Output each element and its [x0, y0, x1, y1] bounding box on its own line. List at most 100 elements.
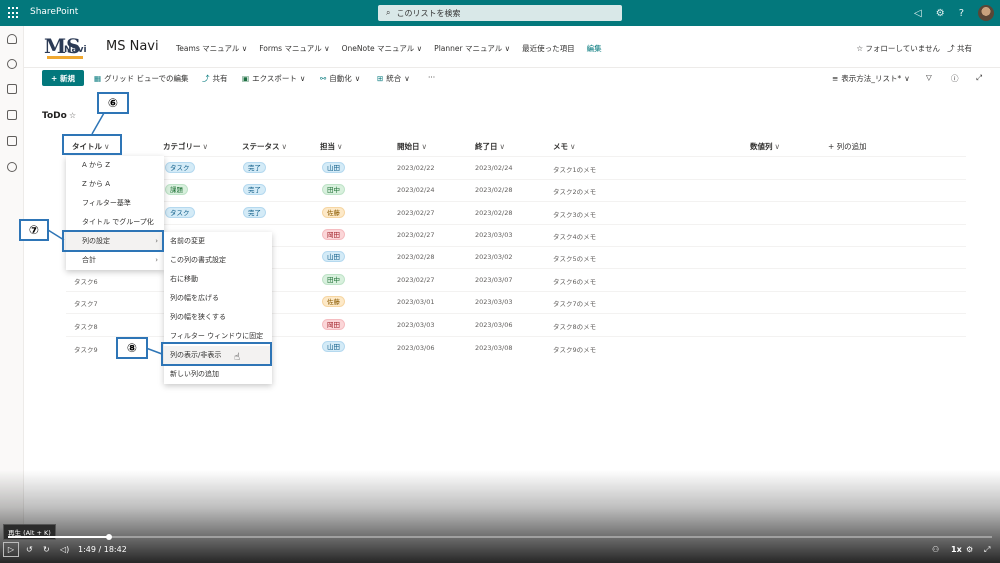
- memo-cell: タスク2のメモ: [553, 188, 597, 196]
- rewind-10-icon[interactable]: ↺: [26, 545, 33, 554]
- expand-icon[interactable]: ⤢: [976, 73, 982, 83]
- share-button[interactable]: ⤴ 共有: [202, 73, 228, 84]
- chevron-down-icon: ∨: [421, 142, 428, 151]
- export-button[interactable]: ▣ エクスポート ∨: [242, 73, 305, 84]
- column-header-memo[interactable]: メモ ∨: [553, 141, 576, 152]
- nav-item-forms[interactable]: Forms マニュアル ∨: [259, 43, 329, 54]
- chevron-down-icon: ∨: [202, 142, 209, 151]
- start-date-cell: 2023/02/27: [397, 231, 435, 239]
- chevron-down-icon: ∨: [904, 74, 910, 83]
- nav-item-onenote[interactable]: OneNote マニュアル ∨: [342, 43, 423, 54]
- column-header-status[interactable]: ステータス ∨: [242, 141, 287, 152]
- captions-icon[interactable]: ⚇: [932, 545, 939, 554]
- grid-edit-button[interactable]: ▦ グリッド ビューでの編集: [94, 73, 189, 84]
- end-date-cell: 2023/03/08: [475, 344, 513, 352]
- new-button[interactable]: + 新規: [42, 70, 84, 86]
- search-icon: ⌕: [386, 8, 391, 17]
- nav-item-planner[interactable]: Planner マニュアル ∨: [434, 43, 510, 54]
- app-launcher-icon[interactable]: [8, 7, 20, 19]
- filter-icon[interactable]: ▽: [926, 73, 932, 82]
- info-icon[interactable]: ⓘ: [951, 73, 959, 84]
- follow-button[interactable]: ☆ フォローしていません: [856, 43, 940, 54]
- left-rail: [0, 26, 24, 526]
- volume-icon[interactable]: ◁): [60, 545, 69, 554]
- site-name[interactable]: MS Navi: [106, 39, 159, 54]
- seek-bar[interactable]: [8, 534, 992, 540]
- more-button[interactable]: ···: [428, 73, 435, 82]
- menu-item-sort-a-z[interactable]: A から Z: [66, 156, 164, 175]
- menu-item-sort-z-a[interactable]: Z から A: [66, 175, 164, 194]
- title-cell[interactable]: タスク9: [74, 344, 98, 354]
- automate-button[interactable]: ⚯ 自動化 ∨: [320, 73, 360, 84]
- column-header-category[interactable]: カテゴリー ∨: [163, 141, 208, 152]
- memo-cell: タスク3のメモ: [553, 211, 597, 219]
- fullscreen-icon[interactable]: ⤢: [984, 545, 990, 555]
- nav-edit-link[interactable]: 編集: [587, 43, 602, 54]
- search-box[interactable]: ⌕ このリストを検索: [378, 5, 622, 21]
- submenu-item-move-right[interactable]: 右に移動: [164, 270, 272, 289]
- add-column-button[interactable]: + 列の追加: [828, 141, 867, 152]
- start-date-cell: 2023/02/24: [397, 186, 435, 194]
- add-circle-icon[interactable]: [7, 162, 17, 172]
- start-date-cell: 2023/02/22: [397, 164, 435, 172]
- list-icon[interactable]: [7, 136, 17, 146]
- nav-item-teams[interactable]: Teams マニュアル ∨: [176, 43, 247, 54]
- assignee-pill: 佐藤: [322, 207, 345, 218]
- memo-cell: タスク6のメモ: [553, 278, 597, 286]
- automate-label: 自動化: [329, 74, 352, 83]
- site-logo[interactable]: MS Navi: [44, 34, 88, 62]
- integrate-button[interactable]: ⊞ 統合 ∨: [377, 73, 410, 84]
- megaphone-icon[interactable]: ◁: [914, 8, 922, 19]
- forward-10-icon[interactable]: ↻: [43, 545, 50, 554]
- app-name[interactable]: SharePoint: [30, 7, 78, 17]
- grid-icon: ▦: [94, 74, 102, 83]
- start-date-cell: 2023/03/03: [397, 321, 435, 329]
- title-cell[interactable]: タスク6: [74, 276, 98, 286]
- category-pill: タスク: [165, 207, 195, 218]
- assignee-pill: 山田: [322, 162, 345, 173]
- chevron-down-icon: ∨: [354, 74, 361, 83]
- column-header-number[interactable]: 数値列 ∨: [750, 141, 780, 152]
- favorite-star-icon[interactable]: ☆: [69, 111, 76, 120]
- chevron-down-icon: ∨: [337, 142, 343, 151]
- callout-eight: ⑧: [116, 337, 148, 359]
- share-label: 共有: [212, 74, 228, 83]
- submenu-item-add-new-column[interactable]: 新しい列の追加: [164, 365, 272, 384]
- settings-gear-icon[interactable]: ⚙: [966, 545, 973, 554]
- help-icon[interactable]: ?: [959, 8, 964, 19]
- view-options-button[interactable]: ≡ 表示方法_リスト* ∨: [832, 73, 910, 84]
- assignee-pill: 田中: [322, 184, 345, 195]
- player-gradient: [0, 470, 1000, 563]
- menu-item-totals[interactable]: 合計 ›: [66, 251, 164, 270]
- avatar[interactable]: [978, 5, 994, 21]
- site-nav: Teams マニュアル ∨ Forms マニュアル ∨ OneNote マニュア…: [176, 43, 602, 54]
- title-cell[interactable]: タスク7: [74, 298, 98, 308]
- submenu-item-rename[interactable]: 名前の変更: [164, 232, 272, 251]
- column-assignee-label: 担当: [320, 142, 335, 151]
- submenu-item-format-column[interactable]: この列の書式設定: [164, 251, 272, 270]
- menu-item-filter-by[interactable]: フィルター基準: [66, 194, 164, 213]
- title-cell[interactable]: タスク8: [74, 321, 98, 331]
- column-header-start[interactable]: 開始日 ∨: [397, 141, 427, 152]
- highlight-title-header: [62, 134, 122, 155]
- nav-item-recent[interactable]: 最近使った項目: [522, 43, 575, 54]
- home-icon[interactable]: [7, 34, 17, 44]
- globe-icon[interactable]: [7, 59, 17, 69]
- column-status-label: ステータス: [242, 142, 280, 151]
- share-site-button[interactable]: ⤴ 共有: [947, 43, 972, 54]
- playback-speed[interactable]: 1x: [951, 545, 962, 554]
- status-pill: 完了: [243, 207, 266, 218]
- end-date-cell: 2023/02/28: [475, 186, 513, 194]
- column-header-end[interactable]: 終了日 ∨: [475, 141, 505, 152]
- end-date-cell: 2023/03/06: [475, 321, 513, 329]
- end-date-cell: 2023/03/02: [475, 253, 513, 261]
- news-icon[interactable]: [7, 84, 17, 94]
- file-icon[interactable]: [7, 110, 17, 120]
- column-header-assignee[interactable]: 担当 ∨: [320, 141, 343, 152]
- play-button-icon[interactable]: ▷: [3, 542, 19, 557]
- submenu-item-widen-column[interactable]: 列の幅を広げる: [164, 289, 272, 308]
- submenu-item-narrow-column[interactable]: 列の幅を狭くする: [164, 308, 272, 327]
- assignee-pill: 山田: [322, 251, 345, 262]
- gear-icon[interactable]: ⚙: [936, 8, 945, 19]
- logo-bar: [47, 56, 83, 59]
